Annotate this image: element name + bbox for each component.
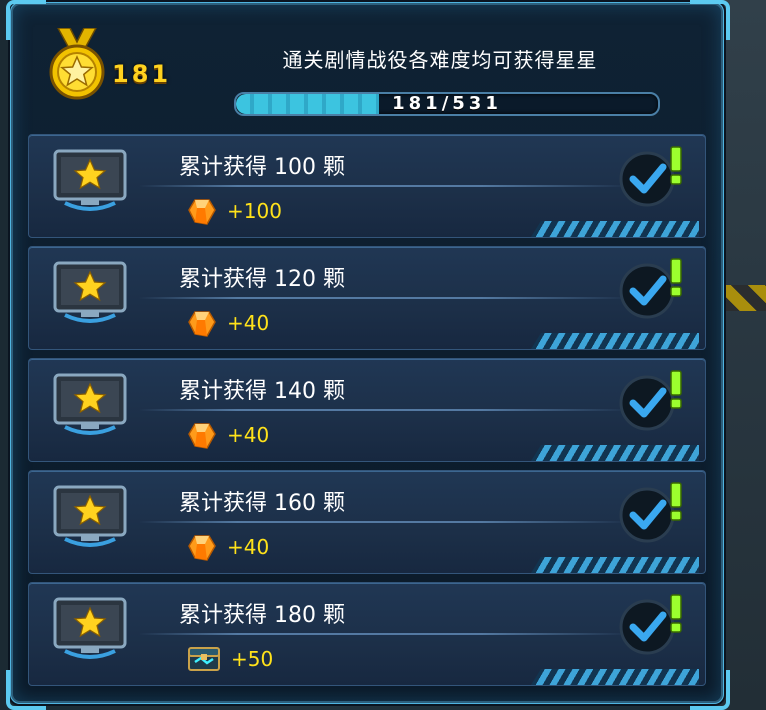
star-monitor-icon xyxy=(53,485,127,547)
row-divider xyxy=(139,297,629,299)
row-stripe-decoration xyxy=(531,221,699,237)
star-medal-icon xyxy=(49,28,105,100)
row-divider xyxy=(139,409,629,411)
row-stripe-decoration xyxy=(531,669,699,685)
reward-threshold-label: 累计获得 180 颗 xyxy=(179,603,345,628)
reward-amount: +40 xyxy=(227,311,270,335)
row-divider xyxy=(139,185,629,187)
claimed-check-icon[interactable] xyxy=(617,479,691,545)
reward-row: 累计获得 180 颗 +50 xyxy=(28,582,706,686)
reward-threshold-label: 累计获得 120 颗 xyxy=(179,267,345,292)
page-title: 通关剧情战役各难度均可获得星星 xyxy=(282,48,598,72)
reward-item: +40 xyxy=(187,419,269,451)
claimed-check-icon[interactable] xyxy=(617,367,691,433)
row-stripe-decoration xyxy=(531,333,699,349)
star-progress-bar: 181/531 xyxy=(234,92,660,116)
claimed-check-icon[interactable] xyxy=(617,255,691,321)
reward-item: +40 xyxy=(187,307,269,339)
reward-row: 累计获得 100 颗 +100 xyxy=(28,134,706,238)
star-count: 181 xyxy=(112,60,172,88)
reward-item: +50 xyxy=(187,643,273,675)
row-divider xyxy=(139,521,629,523)
crystal-icon xyxy=(188,311,216,337)
reward-threshold-label: 累计获得 160 颗 xyxy=(179,491,345,516)
reward-row: 累计获得 120 颗 +40 xyxy=(28,246,706,350)
reward-amount: +100 xyxy=(227,199,282,223)
reward-item: +100 xyxy=(187,195,282,227)
reward-amount: +40 xyxy=(227,535,270,559)
panel-corner xyxy=(690,0,730,40)
row-divider xyxy=(139,633,629,635)
row-stripe-decoration xyxy=(531,445,699,461)
reward-item: +40 xyxy=(187,531,269,563)
row-stripe-decoration xyxy=(531,557,699,573)
reward-row: 累计获得 160 颗 +40 xyxy=(28,470,706,574)
reward-threshold-label: 累计获得 100 颗 xyxy=(179,155,345,180)
progress-text: 181/531 xyxy=(392,93,502,114)
reward-row: 累计获得 140 颗 +40 xyxy=(28,358,706,462)
chest-icon xyxy=(188,647,220,671)
crystal-icon xyxy=(188,535,216,561)
star-monitor-icon xyxy=(53,261,127,323)
reward-amount: +40 xyxy=(227,423,270,447)
star-monitor-icon xyxy=(53,373,127,435)
crystal-icon xyxy=(188,423,216,449)
panel-corner xyxy=(6,0,46,40)
star-monitor-icon xyxy=(53,597,127,659)
claimed-check-icon[interactable] xyxy=(617,591,691,657)
star-monitor-icon xyxy=(53,149,127,211)
crystal-icon xyxy=(188,199,216,225)
reward-amount: +50 xyxy=(231,647,274,671)
claimed-check-icon[interactable] xyxy=(617,143,691,209)
reward-threshold-label: 累计获得 140 颗 xyxy=(179,379,345,404)
